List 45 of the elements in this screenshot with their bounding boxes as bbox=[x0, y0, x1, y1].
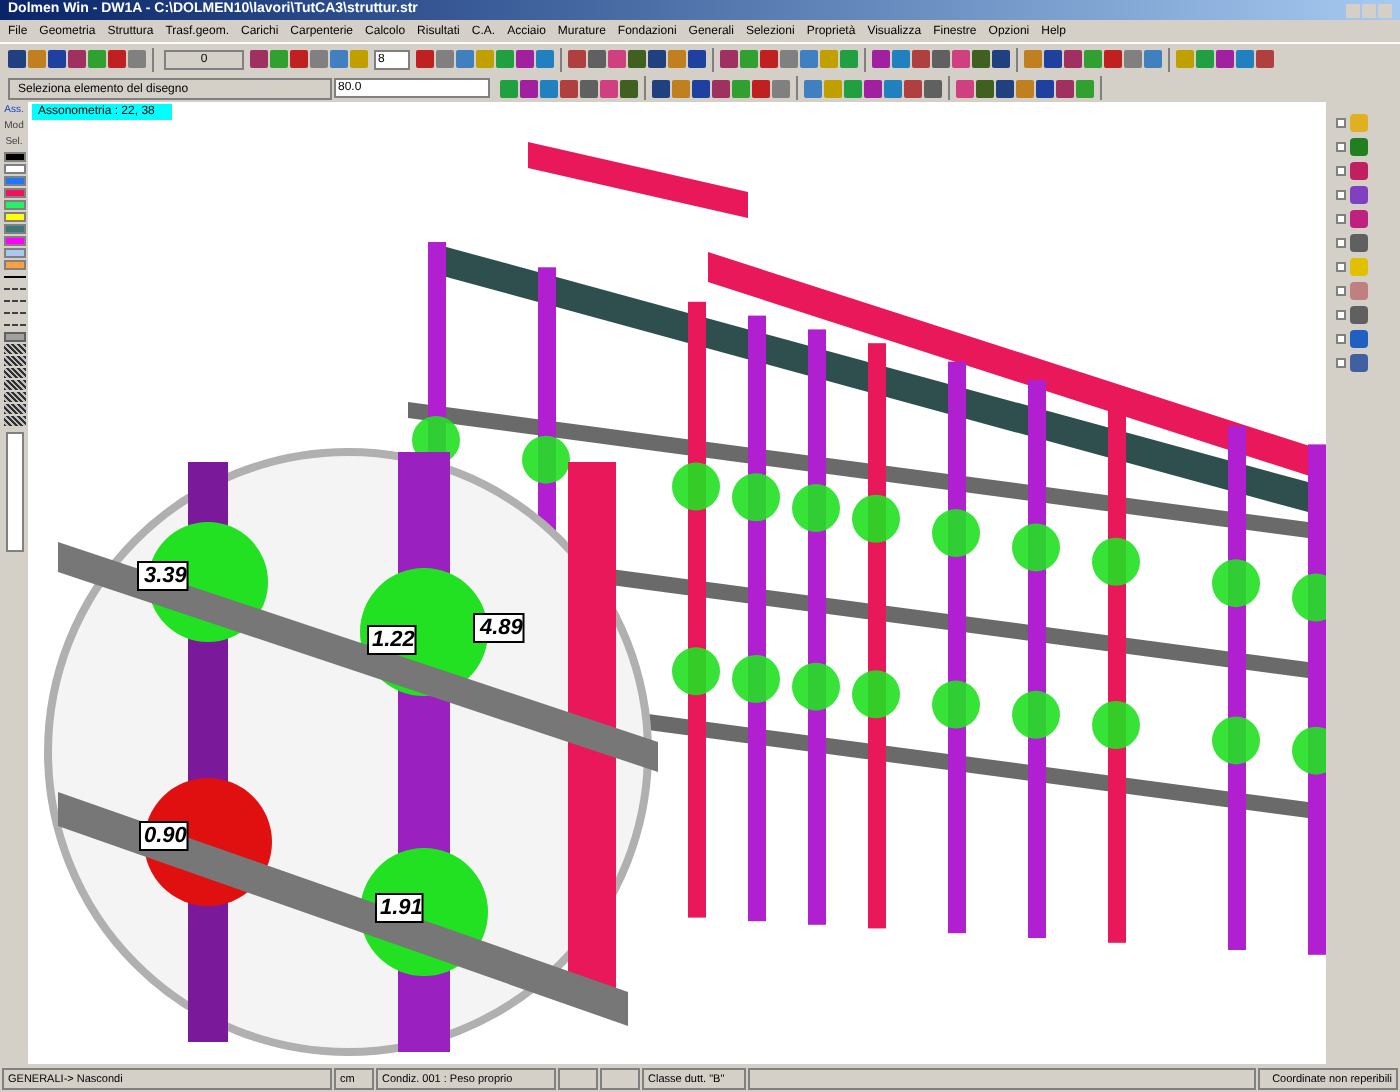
expand-icon[interactable] bbox=[1336, 238, 1346, 248]
fill-pattern-icon[interactable] bbox=[3, 404, 25, 414]
fill-pattern-icon[interactable] bbox=[3, 332, 25, 342]
fill-pattern-icon[interactable] bbox=[3, 392, 25, 402]
expand-icon[interactable] bbox=[1336, 166, 1346, 176]
color-swatch[interactable] bbox=[3, 200, 25, 210]
status-field bbox=[600, 1067, 640, 1089]
scroll-track[interactable] bbox=[5, 432, 23, 552]
maximize-icon[interactable] bbox=[1362, 3, 1376, 17]
expand-icon[interactable] bbox=[1336, 214, 1346, 224]
expand-icon[interactable] bbox=[1336, 118, 1346, 128]
fill-pattern-icon[interactable] bbox=[3, 344, 25, 354]
value-label: 3.39 bbox=[144, 564, 187, 588]
line-style-icon[interactable] bbox=[3, 320, 25, 330]
color-swatch[interactable] bbox=[3, 188, 25, 198]
fill-pattern-icon[interactable] bbox=[3, 368, 25, 378]
expand-icon[interactable] bbox=[1336, 262, 1346, 272]
expand-icon[interactable] bbox=[1336, 142, 1346, 152]
line-style-icon[interactable] bbox=[3, 296, 25, 306]
value-label: 1.22 bbox=[372, 628, 415, 652]
value-label: 4.89 bbox=[480, 616, 523, 640]
status-field bbox=[558, 1067, 598, 1089]
line-style-icon[interactable] bbox=[3, 284, 25, 294]
value-label: 1.91 bbox=[380, 896, 423, 920]
fill-pattern-icon[interactable] bbox=[3, 416, 25, 426]
color-swatch[interactable] bbox=[3, 248, 25, 258]
close-icon[interactable] bbox=[1378, 3, 1392, 17]
minimize-icon[interactable] bbox=[1346, 3, 1360, 17]
expand-icon[interactable] bbox=[1336, 334, 1346, 344]
expand-icon[interactable] bbox=[1336, 190, 1346, 200]
color-swatch[interactable] bbox=[3, 236, 25, 246]
expand-icon[interactable] bbox=[1336, 286, 1346, 296]
value-label: 0.90 bbox=[144, 824, 187, 848]
color-swatch[interactable] bbox=[3, 152, 25, 162]
fill-pattern-icon[interactable] bbox=[3, 356, 25, 366]
fill-pattern-icon[interactable] bbox=[3, 380, 25, 390]
color-swatch[interactable] bbox=[3, 164, 25, 174]
line-style-icon[interactable] bbox=[3, 272, 25, 282]
color-swatch[interactable] bbox=[3, 260, 25, 270]
color-swatch[interactable] bbox=[3, 212, 25, 222]
color-swatch[interactable] bbox=[3, 176, 25, 186]
expand-icon[interactable] bbox=[1336, 358, 1346, 368]
expand-icon[interactable] bbox=[1336, 310, 1346, 320]
color-swatch[interactable] bbox=[3, 224, 25, 234]
line-style-icon[interactable] bbox=[3, 308, 25, 318]
